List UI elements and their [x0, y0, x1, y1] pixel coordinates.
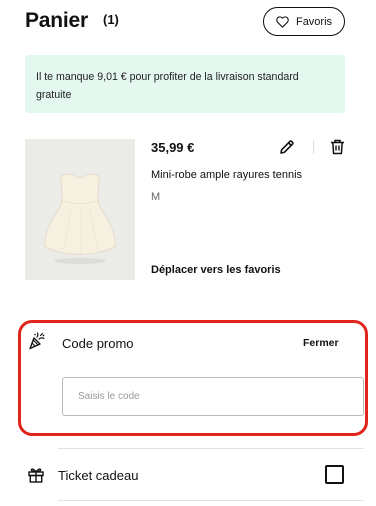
- favorites-button-label: Favoris: [295, 15, 333, 28]
- promo-code-section: Code promo Fermer: [18, 320, 368, 436]
- edit-button[interactable]: [279, 139, 295, 155]
- item-price: 35,99 €: [151, 140, 195, 155]
- gift-ticket-label: Ticket cadeau: [58, 468, 139, 483]
- product-image[interactable]: [25, 139, 135, 280]
- move-to-favorites-link[interactable]: Déplacer vers les favoris: [151, 264, 281, 277]
- gift-icon: [28, 468, 44, 483]
- trash-icon: [331, 139, 344, 155]
- party-popper-icon: [29, 332, 45, 350]
- promo-close-button[interactable]: Fermer: [303, 337, 339, 349]
- free-shipping-banner: Il te manque 9,01 € pour profiter de la …: [25, 55, 345, 113]
- heart-icon: [276, 15, 289, 28]
- cart-item: 35,99 € Mini-robe ample rayures tennis M…: [25, 138, 345, 280]
- gift-ticket-checkbox[interactable]: [325, 465, 344, 484]
- delete-button[interactable]: [330, 139, 345, 155]
- promo-code-input[interactable]: [62, 377, 364, 416]
- divider-top: [58, 448, 364, 449]
- cart-header: Panier (1) Favoris: [25, 7, 345, 38]
- favorites-button[interactable]: Favoris: [263, 7, 345, 36]
- gift-ticket-row[interactable]: Ticket cadeau: [25, 460, 345, 490]
- divider-bottom: [58, 500, 364, 501]
- pencil-icon: [280, 140, 294, 154]
- dress-image: [25, 139, 135, 280]
- item-name[interactable]: Mini-robe ample rayures tennis: [151, 169, 302, 182]
- item-count: (1): [103, 12, 119, 27]
- promo-code-title: Code promo: [62, 336, 134, 351]
- page-title: Panier: [25, 9, 88, 32]
- item-size: M: [151, 191, 161, 203]
- action-separator: [313, 140, 314, 154]
